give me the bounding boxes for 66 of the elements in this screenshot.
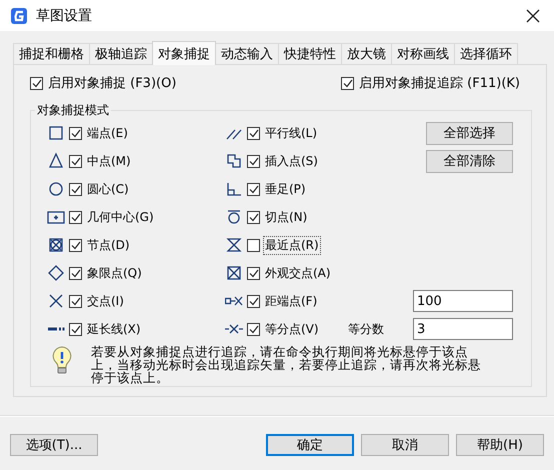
checkbox[interactable] bbox=[247, 294, 260, 308]
tangent-icon bbox=[225, 208, 243, 226]
dialog-button[interactable]: 确定 bbox=[266, 434, 354, 456]
options-button[interactable]: 选项(T)... bbox=[10, 434, 98, 456]
checkbox[interactable] bbox=[69, 210, 82, 224]
checkbox-label[interactable]: 中点(M) bbox=[85, 152, 133, 170]
checkbox[interactable] bbox=[30, 76, 43, 90]
checkbox[interactable] bbox=[247, 182, 260, 196]
checkbox-label[interactable]: 垂足(P) bbox=[263, 180, 308, 198]
dialog-button[interactable]: 帮助(H) bbox=[456, 434, 544, 456]
divisions-label: 等分数 bbox=[348, 320, 384, 338]
triangle-icon bbox=[47, 152, 65, 170]
circle-icon bbox=[47, 180, 65, 198]
checkbox-label[interactable]: 平行线(L) bbox=[263, 124, 320, 142]
checkbox[interactable] bbox=[341, 76, 354, 90]
checkbox-label[interactable]: 切点(N) bbox=[263, 208, 310, 226]
checkbox-label[interactable]: 象限点(Q) bbox=[85, 264, 144, 282]
diamond-icon bbox=[47, 264, 65, 282]
checkbox[interactable] bbox=[69, 182, 82, 196]
checkbox[interactable] bbox=[69, 294, 82, 308]
checkbox-label[interactable]: 等分点(V) bbox=[263, 320, 321, 338]
close-icon[interactable] bbox=[526, 8, 540, 22]
group-title: 对象捕捉模式 bbox=[36, 102, 110, 119]
checkbox-label[interactable]: 外观交点(A) bbox=[263, 264, 333, 282]
checkbox[interactable] bbox=[69, 154, 82, 168]
tab[interactable]: 选择循环 bbox=[454, 43, 518, 64]
checkbox-label[interactable]: 距端点(F) bbox=[263, 292, 320, 310]
checkbox-label[interactable]: 交点(I) bbox=[85, 292, 126, 310]
checkbox[interactable] bbox=[69, 322, 82, 336]
distance-field[interactable]: 100 bbox=[413, 290, 513, 312]
checkbox[interactable] bbox=[247, 154, 260, 168]
tab[interactable]: 捕捉和栅格 bbox=[13, 43, 90, 64]
checkbox-label[interactable]: 延长线(X) bbox=[85, 320, 143, 338]
checkbox-label[interactable]: 启用对象捕捉追踪 (F11)(K) bbox=[357, 73, 522, 93]
checkbox[interactable] bbox=[247, 238, 260, 252]
hourglass-icon bbox=[225, 236, 243, 254]
cross-icon bbox=[47, 292, 65, 310]
insert-icon bbox=[225, 152, 243, 170]
checkbox[interactable] bbox=[69, 126, 82, 140]
dialog-button[interactable]: 取消 bbox=[361, 434, 449, 456]
checkbox[interactable] bbox=[69, 238, 82, 252]
checkbox-label[interactable]: 圆心(C) bbox=[85, 180, 131, 198]
checkbox-label[interactable]: 端点(E) bbox=[85, 124, 130, 142]
square-icon bbox=[47, 124, 65, 142]
tip-text: 若要从对象捕捉点进行追踪，请在命令执行期间将光标悬停于该点上，当移动光标时会出现追踪矢量，若要停止追踪，请再次将光标悬停于该点上。 bbox=[91, 345, 482, 384]
checkbox-label[interactable]: 启用对象捕捉 (F3)(O) bbox=[46, 73, 178, 93]
checkbox[interactable] bbox=[69, 266, 82, 280]
window-title: 草图设置 bbox=[36, 6, 92, 24]
perpendicular-icon bbox=[225, 180, 243, 198]
divisions-field[interactable]: 3 bbox=[413, 318, 513, 340]
checkbox[interactable] bbox=[247, 322, 260, 336]
circle-cross-icon bbox=[47, 236, 65, 254]
checkbox-label[interactable]: 几何中心(G) bbox=[85, 208, 156, 226]
checkbox[interactable] bbox=[247, 126, 260, 140]
checkbox-label[interactable]: 最近点(R) bbox=[263, 236, 321, 254]
checkbox[interactable] bbox=[247, 210, 260, 224]
app-logo-icon bbox=[10, 6, 28, 24]
checkbox-label[interactable]: 插入点(S) bbox=[263, 152, 320, 170]
box-cross-icon bbox=[225, 264, 243, 282]
select-button[interactable]: 全部选择 bbox=[426, 122, 513, 144]
checkbox-label[interactable]: 节点(D) bbox=[85, 236, 132, 254]
tab[interactable]: 对象捕捉 bbox=[152, 41, 216, 65]
checkbox[interactable] bbox=[247, 266, 260, 280]
select-button[interactable]: 全部清除 bbox=[426, 150, 513, 172]
lightbulb-icon bbox=[51, 345, 73, 375]
dashed-line-icon bbox=[47, 327, 65, 331]
